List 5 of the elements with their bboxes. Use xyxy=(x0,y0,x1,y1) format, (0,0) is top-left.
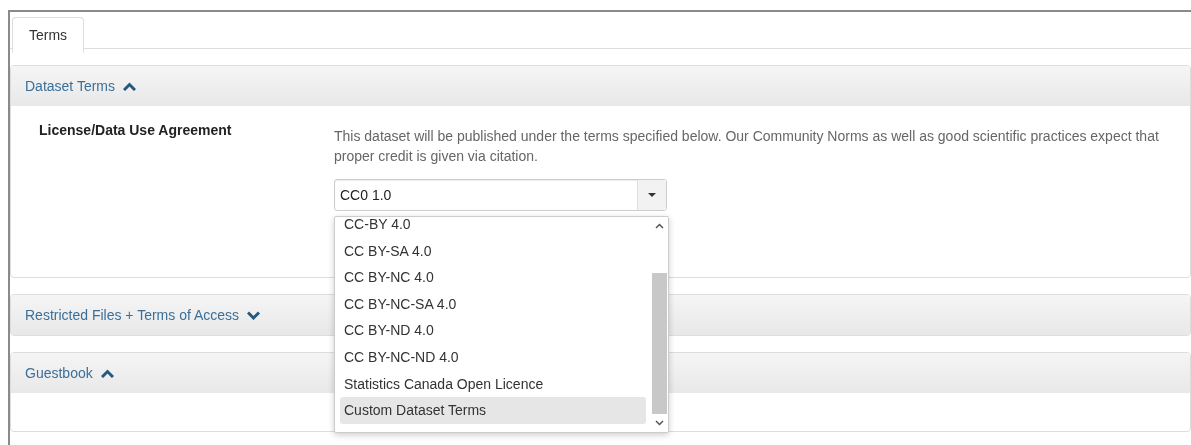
field-label: License/Data Use Agreement xyxy=(39,122,233,140)
panel-title: Dataset Terms xyxy=(25,78,115,94)
help-text: This dataset will be published under the terms specified below. Our Community Norms as well as good scientific practices expect that proper credit is given via citation. xyxy=(334,127,1160,166)
panel-title: Guestbook xyxy=(25,365,93,381)
panel-title: Restricted Files + Terms of Access xyxy=(25,307,240,323)
